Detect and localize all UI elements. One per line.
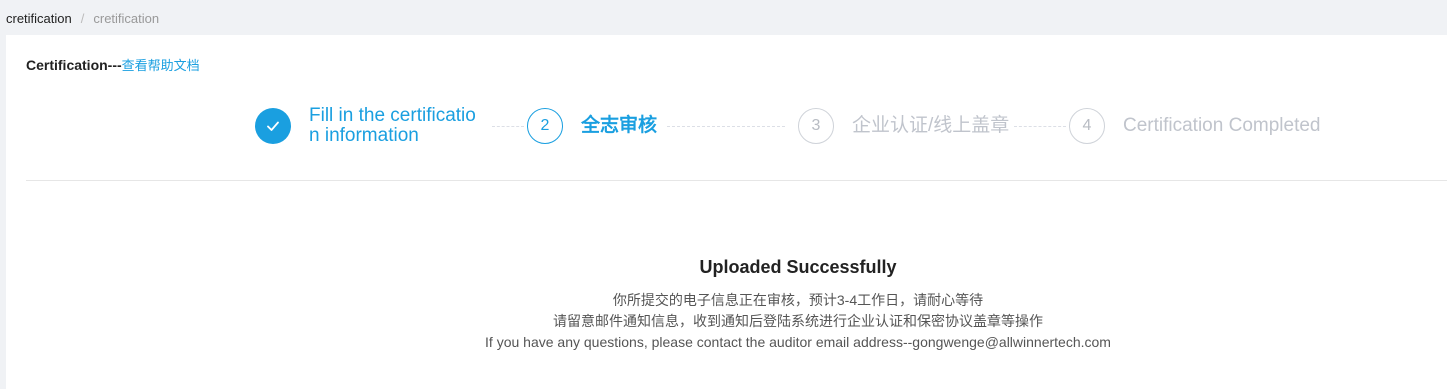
result-section: Uploaded Successfully 你所提交的电子信息正在审核，预计3-… bbox=[6, 257, 1447, 353]
step-2-circle: 2 bbox=[527, 108, 563, 144]
breadcrumb-separator: / bbox=[80, 10, 85, 26]
help-doc-link[interactable]: 查看帮助文档 bbox=[122, 58, 200, 73]
step-3-connector bbox=[1014, 126, 1066, 127]
result-message-3: If you have any questions, please contac… bbox=[485, 334, 1111, 350]
step-2-title: 全志审核 bbox=[581, 115, 658, 136]
step-2-connector bbox=[667, 126, 785, 127]
step-3-title: 企业认证/线上盖章 bbox=[852, 115, 1010, 136]
step-4-circle: 4 bbox=[1069, 108, 1105, 144]
result-title: Uploaded Successfully bbox=[699, 257, 897, 277]
breadcrumb: cretification / cretification bbox=[0, 0, 1447, 36]
steps: Fill in the certification information 2 … bbox=[255, 104, 1355, 148]
breadcrumb-item-current: cretification bbox=[93, 10, 160, 26]
step-1-title: Fill in the certification information bbox=[309, 105, 476, 146]
divider bbox=[26, 180, 1447, 181]
result-message-1: 你所提交的电子信息正在审核，预计3-4工作日，请耐心等待 bbox=[612, 292, 984, 308]
result-message-2: 请留意邮件通知信息，收到通知后登陆系统进行企业认证和保密协议盖章等操作 bbox=[553, 313, 1043, 329]
step-1-circle bbox=[255, 108, 291, 144]
step-4-title: Certification Completed bbox=[1123, 115, 1321, 136]
page-title: Certification--- bbox=[26, 57, 122, 73]
certification-card: Certification---查看帮助文档 Fill in the certi… bbox=[6, 35, 1447, 389]
card-header: Certification---查看帮助文档 bbox=[26, 55, 200, 74]
breadcrumb-item-home[interactable]: cretification bbox=[6, 11, 72, 26]
check-icon bbox=[267, 121, 279, 131]
step-3-circle: 3 bbox=[798, 108, 834, 144]
step-1-connector bbox=[492, 126, 524, 127]
